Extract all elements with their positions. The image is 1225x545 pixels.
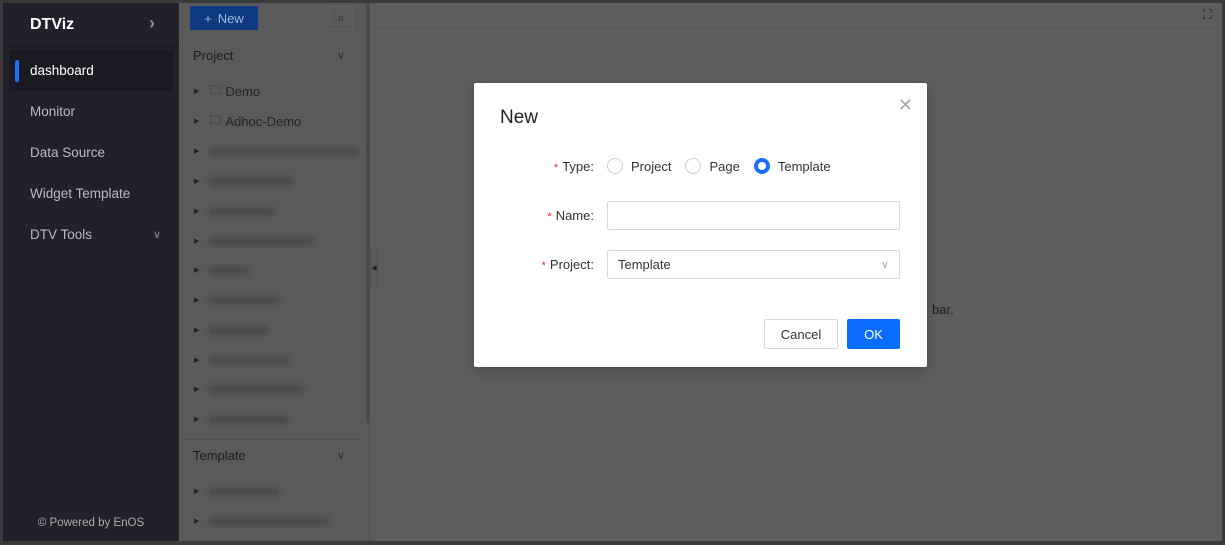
caret-right-icon[interactable]: ▶: [194, 296, 199, 304]
tree-item-label: Adhoc-Demo: [225, 113, 302, 129]
ok-button[interactable]: OK: [847, 319, 900, 349]
type-label: * Type:: [553, 159, 594, 174]
radio-template[interactable]: Template: [753, 158, 831, 174]
name-input[interactable]: [607, 201, 900, 230]
obscured-label: [209, 325, 270, 335]
obscured-label: [209, 486, 280, 496]
sidebar-item-label: Data Source: [30, 145, 106, 160]
obscured-label: [209, 176, 295, 186]
caret-right-icon[interactable]: ▶: [194, 87, 199, 95]
caret-right-icon[interactable]: ▶: [194, 117, 199, 125]
chevron-down-icon: ∨: [336, 449, 345, 462]
fullscreen-icon[interactable]: ⛶: [1203, 7, 1212, 23]
tree-item-obscured[interactable]: ▶: [179, 258, 250, 282]
obscured-label: [209, 414, 290, 424]
caret-right-icon[interactable]: ▶: [194, 177, 199, 185]
tree-item-obscured[interactable]: ▶: [179, 229, 315, 253]
obscured-label: [209, 516, 330, 526]
radio-circle[interactable]: [685, 158, 702, 174]
plus-icon: +: [204, 10, 212, 26]
new-dialog: New ✕ * Type: Project Page Template * Name…: [474, 83, 927, 367]
tree-item-obscured[interactable]: ▶: [179, 377, 305, 401]
sidebar: DTViz › dashboard Monitor Data Source Wid…: [3, 3, 179, 541]
folder-icon: 🗀: [209, 112, 222, 127]
project-section-header[interactable]: Project ∨: [179, 40, 355, 70]
brand: DTViz ›: [3, 3, 179, 47]
obscured-label: [209, 206, 275, 216]
new-button[interactable]: + New: [190, 6, 258, 30]
sidebar-item-dashboard[interactable]: dashboard: [9, 50, 173, 91]
obscured-label: [209, 295, 280, 305]
caret-left-icon: ◀: [371, 265, 377, 272]
section-title: Project: [193, 47, 234, 63]
sidebar-item-dtv-tools[interactable]: DTV Tools ∨: [3, 214, 179, 255]
tree-item-obscured[interactable]: ▶: [179, 407, 290, 431]
caret-right-icon[interactable]: ▶: [194, 356, 199, 364]
project-tree-panel: + New ⌕ Project ∨ ▶ 🗀 Demo ▶ 🗀 Adhoc-Demo Temp…: [179, 3, 370, 541]
tree-item-obscured[interactable]: ▶: [179, 288, 280, 312]
type-radio-group: Project Page Template: [607, 158, 845, 174]
tree-item-obscured[interactable]: ▶: [179, 479, 280, 503]
obscured-label: [209, 236, 315, 246]
main-toolbar: [370, 3, 1222, 29]
radio-project[interactable]: Project: [607, 158, 671, 174]
tree-item-obscured[interactable]: ▶: [179, 318, 270, 342]
obscured-label: [209, 355, 290, 365]
tree-item-obscured[interactable]: ▶: [179, 348, 290, 372]
sidebar-item-widget-template[interactable]: Widget Template: [3, 173, 179, 214]
sidebar-item-label: Monitor: [30, 104, 76, 119]
tree-item-obscured[interactable]: ▶: [179, 509, 330, 533]
radio-label: Project: [631, 158, 672, 174]
tree-item-label: Demo: [225, 83, 261, 99]
empty-hint: bar.: [932, 302, 954, 317]
powered-by: © Powered by EnOS: [37, 517, 145, 529]
sidebar-item-label: DTV Tools: [30, 227, 93, 242]
tree-item-obscured[interactable]: ▶: [179, 199, 275, 223]
sidebar-item-monitor[interactable]: Monitor: [3, 91, 179, 132]
caret-right-icon[interactable]: ▶: [194, 415, 199, 423]
caret-right-icon[interactable]: ▶: [194, 207, 199, 215]
new-label: New: [217, 10, 244, 26]
tree-item-obscured[interactable]: ▶: [179, 139, 360, 163]
radio-page[interactable]: Page: [685, 158, 740, 174]
chevron-down-icon: ∨: [152, 229, 161, 241]
collapse-panel-button[interactable]: ◀: [370, 248, 378, 288]
caret-right-icon[interactable]: ▶: [194, 517, 199, 525]
project-label: * Project:: [541, 257, 594, 272]
radio-label: Template: [777, 158, 831, 174]
chevron-down-icon: ∨: [880, 259, 889, 271]
radio-circle[interactable]: [607, 158, 623, 174]
radio-circle-selected[interactable]: [753, 158, 770, 174]
caret-right-icon[interactable]: ▶: [194, 385, 199, 393]
search-button[interactable]: ⌕: [329, 6, 353, 30]
search-icon: ⌕: [337, 10, 345, 25]
project-select[interactable]: Template ∨: [607, 250, 900, 279]
folder-icon: 🗀: [209, 82, 222, 97]
caret-right-icon[interactable]: ▶: [194, 237, 199, 245]
project-select-value: Template: [618, 257, 671, 272]
tree-item-demo[interactable]: ▶ 🗀 Demo: [179, 79, 260, 103]
caret-right-icon[interactable]: ▶: [194, 326, 199, 334]
obscured-label: [209, 384, 305, 394]
radio-label: Page: [709, 158, 740, 174]
sidebar-item-data-source[interactable]: Data Source: [3, 132, 179, 173]
brand-title: DTViz: [30, 15, 75, 33]
tree-item-adhoc-demo[interactable]: ▶ 🗀 Adhoc-Demo: [179, 109, 301, 133]
caret-right-icon[interactable]: ▶: [194, 487, 199, 495]
tree-item-obscured[interactable]: ▶: [179, 169, 295, 193]
caret-right-icon[interactable]: ▶: [194, 266, 199, 274]
name-label: * Name:: [547, 208, 594, 223]
sidebar-item-label: dashboard: [30, 63, 94, 78]
caret-right-icon[interactable]: ▶: [194, 147, 199, 155]
dialog-title: New: [500, 107, 539, 128]
sidebar-item-label: Widget Template: [30, 186, 131, 201]
cancel-button[interactable]: Cancel: [764, 319, 838, 349]
chevron-right-icon[interactable]: ›: [149, 13, 155, 34]
template-section-header[interactable]: Template ∨: [179, 440, 355, 470]
obscured-label: [209, 146, 360, 156]
obscured-label: [209, 265, 250, 275]
chevron-down-icon: ∨: [336, 49, 345, 62]
close-icon[interactable]: ✕: [898, 95, 913, 116]
section-title: Template: [193, 447, 246, 463]
